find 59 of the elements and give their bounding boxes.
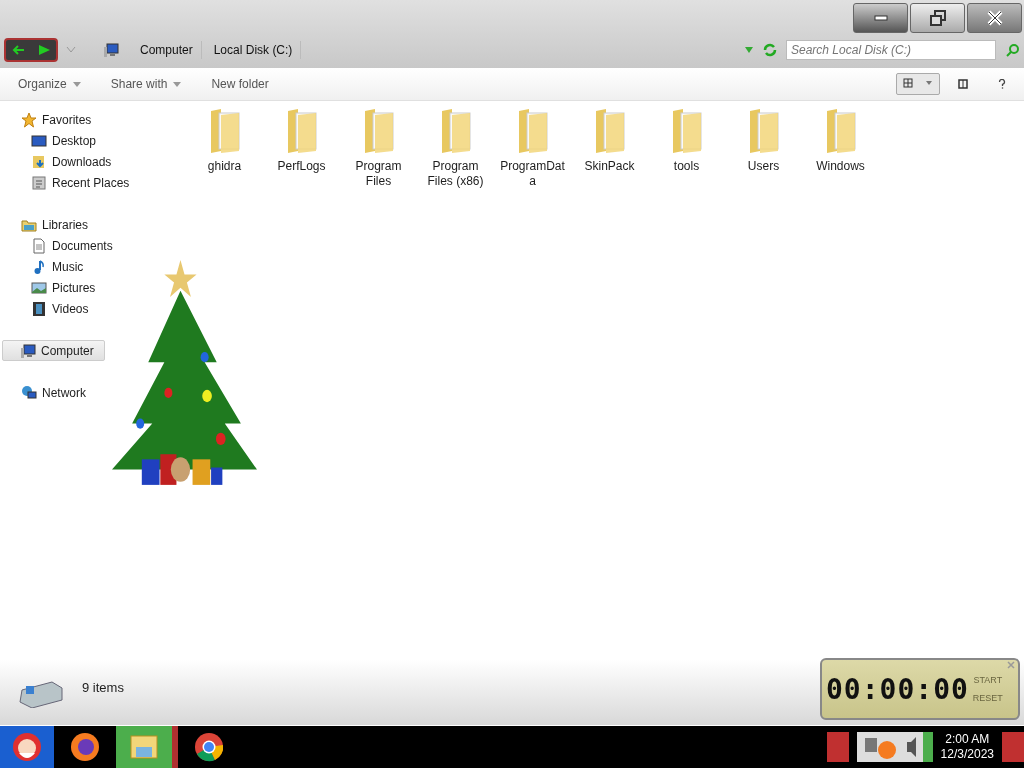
sidebar-item[interactable]: Documents [30,235,118,256]
sidebar-item[interactable]: Computer [2,340,105,361]
sidebar-item[interactable]: Pictures [30,277,101,298]
question-mark-icon [998,79,1006,89]
folder-item[interactable]: PerfLogs [263,107,340,189]
back-forward-buttons[interactable] [4,38,58,62]
forward-triangle-icon[interactable] [36,44,51,56]
sidebar-item[interactable]: Recent Places [30,172,135,193]
stopwatch-time: 00:00:00 [826,672,969,706]
sidebar-item[interactable]: Music [30,256,89,277]
app-icon [69,731,101,763]
minimize-button[interactable] [853,3,908,33]
downloads-icon [31,153,47,170]
item-count: 9 items [82,680,124,695]
stopwatch-button[interactable]: START [972,675,1003,685]
sidebar-item[interactable]: Desktop [30,130,102,151]
search-field[interactable]: Search Local Disk (C:) [786,40,996,60]
breadcrumb[interactable]: Computer [132,41,202,59]
help-button[interactable] [998,77,1006,91]
restore-icon [927,8,948,28]
close-button[interactable] [967,3,1022,33]
videos-icon [31,300,47,317]
start-button[interactable] [0,726,54,768]
breadcrumb[interactable]: Local Disk (C:) [205,41,302,59]
restore-button[interactable] [910,3,965,33]
sidebar-item[interactable]: Libraries [20,214,94,235]
sidebar-item[interactable]: Network [20,382,91,403]
star-icon [21,111,37,128]
stopwatch-button[interactable]: RESET [972,693,1003,703]
recent-icon [31,174,47,191]
app-icon [11,731,43,763]
folder-item[interactable]: ProgramData [494,107,571,189]
caret-icon [72,81,81,87]
toolbar-button[interactable]: Share with [110,75,182,93]
computer-icon [20,342,36,359]
sidebar-item[interactable]: Videos [30,298,94,319]
toolbar-button[interactable]: New folder [211,75,269,93]
tray-block[interactable] [826,732,849,762]
sidebar-item[interactable]: Favorites [20,109,97,130]
sidebar-item[interactable]: Downloads [30,151,117,172]
computer-icon [102,42,120,58]
toolbar-button[interactable]: Organize [18,75,81,93]
pictures-icon [31,279,47,296]
back-arrow-icon[interactable] [11,44,26,56]
network-icon [21,384,37,401]
clock[interactable]: 2:00 AM 12/3/2023 [940,732,994,762]
folder-item[interactable]: Program Files (x86) [417,107,494,189]
desktop-icon [31,132,47,149]
folder-item[interactable]: ghidra [186,107,263,189]
view-options-button[interactable] [896,73,940,95]
caret-icon [173,81,182,87]
document-icon [31,237,47,254]
app-icon [193,731,225,763]
folder-item[interactable]: Windows [802,107,879,189]
folder-item[interactable]: Program Files [340,107,417,189]
folder-item[interactable]: Users [725,107,802,189]
preview-pane-icon[interactable] [958,79,968,89]
folder-item[interactable]: tools [648,107,725,189]
folder-item[interactable]: SkinPack [571,107,648,189]
